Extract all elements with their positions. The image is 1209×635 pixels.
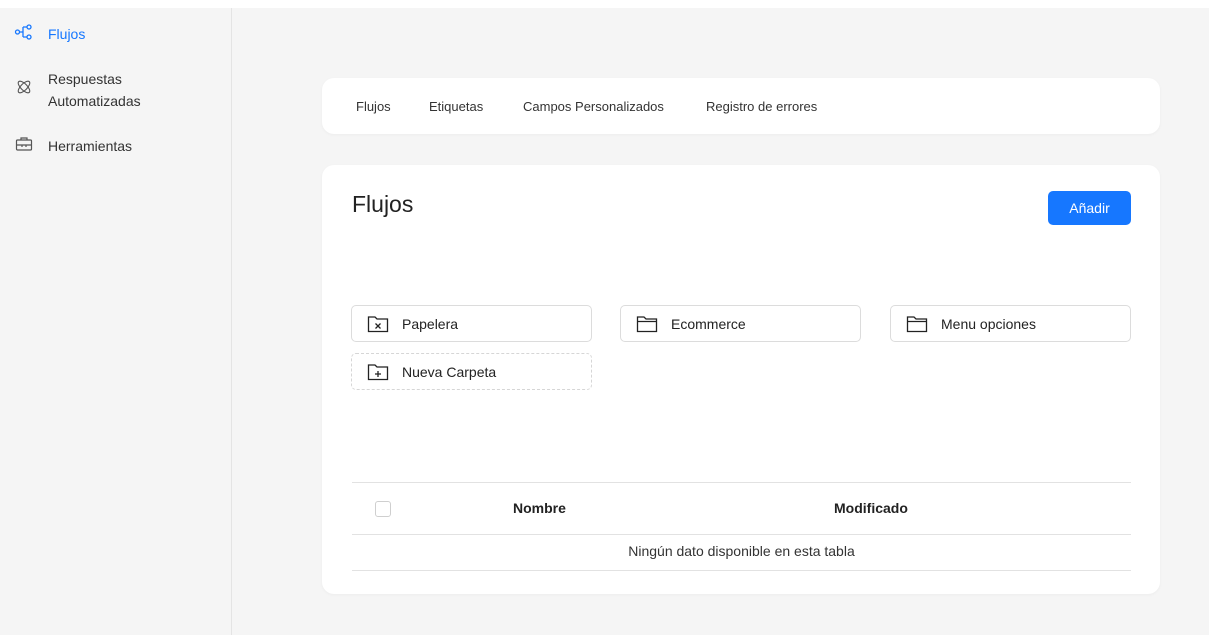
tab-etiquetas[interactable]: Etiquetas bbox=[429, 99, 483, 114]
flows-panel: Flujos Añadir Papelera Ecommerce Menu op… bbox=[322, 165, 1160, 594]
column-header-modificado[interactable]: Modificado bbox=[834, 500, 908, 516]
folder-icon bbox=[636, 315, 658, 333]
tabs-bar: Flujos Etiquetas Campos Personalizados R… bbox=[322, 78, 1160, 134]
sidebar-item-label: Herramientas bbox=[48, 138, 133, 154]
folder-ecommerce[interactable]: Ecommerce bbox=[620, 305, 861, 342]
folder-icon bbox=[906, 315, 928, 333]
folder-label: Ecommerce bbox=[671, 315, 746, 332]
sidebar-item-herramientas[interactable]: Herramientas bbox=[14, 135, 132, 157]
folder-label: Menu opciones bbox=[941, 315, 1036, 332]
folder-x-icon bbox=[367, 315, 389, 333]
sidebar: Flujos Respuestas Automatizadas Herramie… bbox=[0, 8, 232, 635]
folder-menu-opciones[interactable]: Menu opciones bbox=[890, 305, 1131, 342]
column-header-nombre[interactable]: Nombre bbox=[513, 500, 566, 516]
tab-campos-personalizados[interactable]: Campos Personalizados bbox=[523, 99, 664, 114]
toolbox-icon bbox=[14, 135, 34, 153]
folder-label: Nueva Carpeta bbox=[402, 363, 497, 380]
table-divider bbox=[352, 570, 1131, 571]
folder-plus-icon bbox=[367, 363, 389, 381]
empty-table-message: Ningún dato disponible en esta tabla bbox=[628, 543, 855, 559]
top-bar bbox=[0, 0, 1209, 8]
table-divider bbox=[352, 482, 1131, 483]
sidebar-item-label: Respuestas Automatizadas bbox=[48, 71, 141, 109]
flow-icon bbox=[14, 23, 34, 41]
tab-flujos[interactable]: Flujos bbox=[356, 99, 391, 114]
add-button[interactable]: Añadir bbox=[1048, 191, 1131, 225]
folder-papelera[interactable]: Papelera bbox=[351, 305, 592, 342]
new-folder-button[interactable]: Nueva Carpeta bbox=[351, 353, 592, 390]
page-title: Flujos bbox=[352, 191, 414, 217]
sidebar-item-flujos[interactable]: Flujos bbox=[14, 23, 85, 45]
folder-label: Papelera bbox=[402, 315, 459, 332]
table-divider bbox=[352, 534, 1131, 535]
select-all-checkbox[interactable] bbox=[375, 501, 391, 517]
tab-registro-de-errores[interactable]: Registro de errores bbox=[706, 99, 817, 114]
sidebar-item-respuestas[interactable]: Respuestas Automatizadas bbox=[14, 68, 141, 112]
atom-icon bbox=[14, 78, 34, 96]
sidebar-item-label: Flujos bbox=[48, 26, 86, 42]
